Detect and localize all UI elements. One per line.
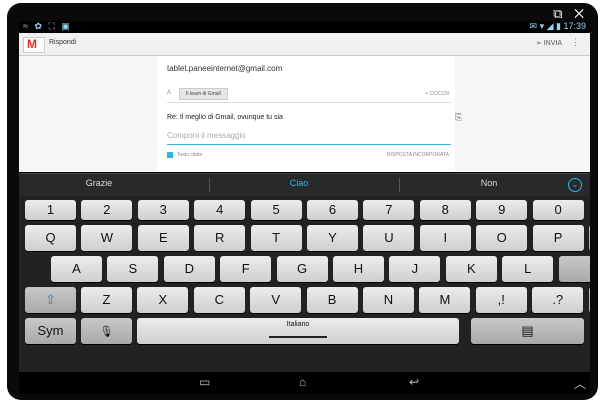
to-label: A	[167, 90, 172, 96]
key-f[interactable]: F	[220, 256, 272, 282]
key-z[interactable]: Z	[81, 287, 132, 313]
recent-apps-icon[interactable]: ▭	[199, 375, 210, 389]
key-j[interactable]: J	[389, 256, 441, 282]
cc-bcc-button[interactable]: + CC/CCN	[425, 91, 449, 97]
backspace-key[interactable]: ⌫	[589, 225, 590, 251]
suggestion-2[interactable]: Ciao	[249, 178, 349, 188]
key-5[interactable]: 5	[250, 200, 302, 220]
status-clock: ✉ ▾ ◢ ▮ 17:39	[529, 21, 586, 31]
key-g[interactable]: G	[276, 256, 328, 282]
key-4[interactable]: 4	[194, 200, 246, 220]
key-y[interactable]: Y	[307, 225, 358, 251]
key-u[interactable]: U	[363, 225, 415, 251]
action-title[interactable]: Rispondi	[49, 39, 76, 46]
key-i[interactable]: I	[419, 225, 471, 251]
status-bar: ≈ ✿ ⛶ ▣ ✉ ▾ ◢ ▮ 17:39	[19, 21, 590, 33]
from-address[interactable]: tablet.paneeinternet@gmail.com	[167, 64, 282, 73]
recipient-chip[interactable]: Il team di Gmail	[179, 88, 228, 100]
screenshot-frame: ⧉ ✕ ≈ ✿ ⛶ ▣ ✉ ▾ ◢ ▮ 17:39 Rispondi ➢ INV…	[0, 0, 605, 403]
key-r[interactable]: R	[194, 225, 246, 251]
key-b[interactable]: B	[306, 287, 358, 313]
mic-key[interactable]: 🎙	[81, 318, 132, 344]
suggestion-3[interactable]: Non	[439, 178, 539, 188]
subject-field[interactable]: Re: Il meglio di Gmail, ovunque tu sia	[167, 114, 283, 121]
key-s[interactable]: S	[107, 256, 159, 282]
compose-area: tablet.paneeinternet@gmail.com A Il team…	[19, 56, 590, 172]
symbols-key[interactable]: Sym	[25, 318, 76, 344]
overflow-menu-icon[interactable]: ⋮	[571, 37, 580, 48]
key-n[interactable]: N	[363, 287, 414, 313]
suggestion-bar: Grazie Ciao Non ⌄	[19, 173, 590, 196]
key-c[interactable]: C	[193, 287, 245, 313]
keyboard: 1234567890QWERTYUIOP⌫ASDFGHJKL↵⇧ZXCVBNM,…	[19, 196, 590, 372]
enter-key[interactable]: ↵	[558, 256, 590, 282]
attach-icon[interactable]: ⎘	[455, 112, 462, 123]
to-row: A Il team di Gmail + CC/CCN	[167, 86, 451, 103]
key-l[interactable]: L	[502, 256, 554, 282]
send-button[interactable]: ➢ INVIA	[536, 39, 562, 47]
clipboard-key[interactable]: ▤	[471, 318, 584, 344]
key-v[interactable]: V	[250, 287, 302, 313]
quote-checkbox[interactable]	[167, 152, 173, 158]
space-bar-icon	[269, 336, 327, 338]
shift-key-right[interactable]: ⇧	[588, 287, 590, 313]
compose-sheet: tablet.paneeinternet@gmail.com A Il team…	[157, 56, 462, 172]
key-m[interactable]: M	[419, 287, 471, 313]
window-controls[interactable]: ⧉ ✕	[553, 6, 588, 22]
suggestion-divider	[209, 178, 210, 192]
key-d[interactable]: D	[163, 256, 215, 282]
key-q[interactable]: Q	[25, 225, 76, 251]
inline-reply-button[interactable]: RISPOSTA INCORPORATA	[387, 152, 449, 158]
key-h[interactable]: H	[333, 256, 384, 282]
key-3[interactable]: 3	[137, 200, 189, 220]
key-k[interactable]: K	[445, 256, 497, 282]
gmail-logo-icon[interactable]	[23, 37, 45, 53]
key-8[interactable]: 8	[419, 200, 471, 220]
key-w[interactable]: W	[81, 225, 133, 251]
action-bar: Rispondi ➢ INVIA ⋮	[19, 33, 590, 56]
space-key[interactable]: Italiano	[137, 318, 459, 344]
key-1[interactable]: 1	[25, 200, 76, 220]
up-icon[interactable]: ︿	[574, 375, 586, 392]
key-0[interactable]: 0	[532, 200, 584, 220]
quoted-text-row: Testo citato RISPOSTA INCORPORATA	[167, 152, 451, 164]
key-comma[interactable]: ,!	[475, 287, 527, 313]
navigation-bar: ▭ ⌂ ↩ ︿	[19, 372, 590, 394]
key-period[interactable]: .?	[532, 287, 584, 313]
key-e[interactable]: E	[137, 225, 189, 251]
suggestion-1[interactable]: Grazie	[49, 178, 149, 188]
key-9[interactable]: 9	[476, 200, 528, 220]
key-o[interactable]: O	[476, 225, 528, 251]
tablet-screen: ≈ ✿ ⛶ ▣ ✉ ▾ ◢ ▮ 17:39 Rispondi ➢ INVIA ⋮…	[19, 21, 590, 394]
key-2[interactable]: 2	[81, 200, 133, 220]
suggestion-divider	[399, 178, 400, 192]
key-a[interactable]: A	[51, 256, 102, 282]
key-p[interactable]: P	[532, 225, 584, 251]
send-label: INVIA	[543, 40, 562, 47]
shift-key-left[interactable]: ⇧	[25, 287, 76, 313]
back-icon[interactable]: ↩	[409, 375, 419, 389]
home-icon[interactable]: ⌂	[299, 375, 306, 389]
quote-label: Testo citato	[177, 152, 203, 158]
microphone-icon: 🎙	[99, 326, 114, 338]
key-7[interactable]: 7	[363, 200, 415, 220]
key-x[interactable]: X	[137, 287, 189, 313]
notification-icons: ≈ ✿ ⛶ ▣	[23, 21, 72, 31]
key-t[interactable]: T	[250, 225, 302, 251]
space-language-label: Italiano	[286, 321, 310, 328]
message-body-input[interactable]: Componi il messaggio	[167, 128, 451, 145]
key-6[interactable]: 6	[307, 200, 358, 220]
expand-suggestions-icon[interactable]: ⌄	[568, 178, 582, 192]
